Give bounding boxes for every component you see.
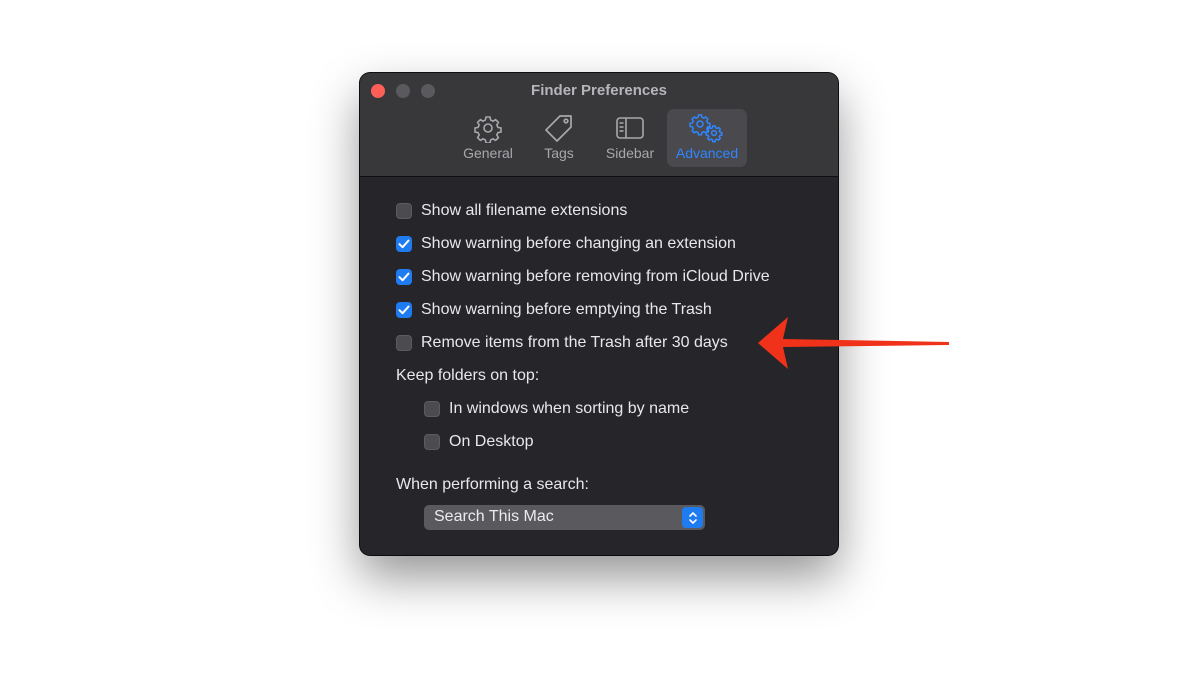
tab-label: General — [463, 145, 513, 161]
option-remove-trash-30-days[interactable]: Remove items from the Trash after 30 day… — [396, 333, 728, 353]
option-label: Show warning before changing an extensio… — [421, 235, 736, 252]
tag-icon — [544, 113, 574, 146]
select-value: Search This Mac — [434, 508, 554, 525]
sidebar-icon — [615, 113, 645, 146]
option-show-extensions[interactable]: Show all filename extensions — [396, 201, 627, 221]
annotation-arrow-icon — [758, 317, 949, 369]
option-label: Show all filename extensions — [421, 202, 628, 219]
option-folders-top-windows[interactable]: In windows when sorting by name — [424, 399, 689, 419]
option-warn-change-extension[interactable]: Show warning before changing an extensio… — [396, 234, 736, 254]
checkbox-checked[interactable] — [396, 236, 412, 252]
checkbox-unchecked[interactable] — [424, 434, 440, 450]
option-label: Show warning before removing from iCloud… — [421, 268, 770, 285]
checkbox-unchecked[interactable] — [396, 203, 412, 219]
tab-label: Advanced — [675, 145, 739, 161]
keep-folders-heading: Keep folders on top: — [396, 367, 540, 384]
checkmark-icon — [398, 272, 410, 282]
titlebar: Finder Preferences General Tags Sidebar … — [360, 73, 838, 177]
tab-label: Tags — [544, 145, 574, 161]
gear-icon — [473, 113, 503, 146]
tab-label: Sidebar — [605, 145, 655, 161]
checkmark-icon — [398, 305, 410, 315]
option-label: Show warning before emptying the Trash — [421, 301, 712, 318]
tab-general[interactable]: General — [455, 109, 521, 167]
search-scope-heading: When performing a search: — [396, 476, 589, 493]
option-warn-empty-trash[interactable]: Show warning before emptying the Trash — [396, 300, 712, 320]
gears-icon — [689, 113, 725, 146]
tab-advanced[interactable]: Advanced — [667, 109, 747, 167]
search-scope-select[interactable]: Search This Mac — [424, 505, 705, 530]
checkbox-checked[interactable] — [396, 269, 412, 285]
window-title: Finder Preferences — [531, 82, 667, 99]
chevron-updown-icon — [682, 507, 703, 528]
option-label: In windows when sorting by name — [449, 400, 690, 417]
checkmark-icon — [398, 239, 410, 249]
checkbox-checked[interactable] — [396, 302, 412, 318]
option-label: On Desktop — [449, 433, 534, 450]
option-folders-top-desktop[interactable]: On Desktop — [424, 432, 533, 452]
checkbox-unchecked[interactable] — [424, 401, 440, 417]
tab-tags[interactable]: Tags — [528, 109, 590, 167]
option-warn-icloud-removal[interactable]: Show warning before removing from iCloud… — [396, 267, 770, 287]
checkbox-unchecked[interactable] — [396, 335, 412, 351]
tab-sidebar[interactable]: Sidebar — [598, 109, 662, 167]
option-label: Remove items from the Trash after 30 day… — [421, 334, 728, 351]
